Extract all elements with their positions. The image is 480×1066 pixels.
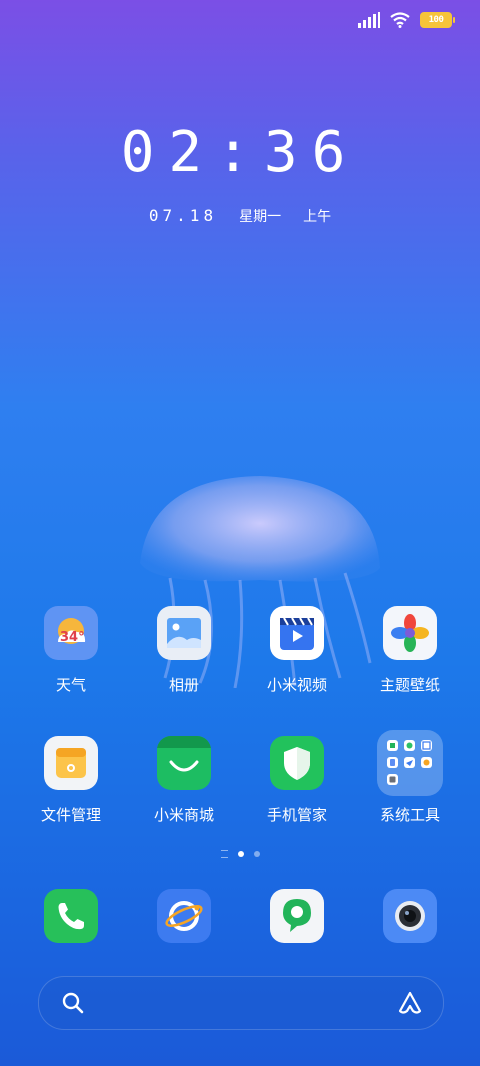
search-bar[interactable] [38,976,444,1030]
app-label: 主题壁纸 [379,676,440,694]
app-gallery[interactable]: 相册 [129,606,239,695]
period-text: 上午 [303,209,332,225]
weekday-text: 星期一 [239,209,282,225]
weather-temp: 34° [60,630,85,645]
app-video[interactable]: 小米视频 [242,606,352,695]
tools-folder-icon [377,730,443,796]
app-weather[interactable]: 34° 天气 [16,606,126,695]
assistant-icon[interactable] [397,990,423,1016]
page-dot-active [237,851,244,857]
page-indicator[interactable] [0,850,480,858]
app-label: 文件管理 [40,806,101,824]
dock-phone[interactable] [16,889,126,943]
app-label: 手机管家 [266,806,327,824]
phone-icon [44,889,98,943]
app-label: 小米商城 [153,806,214,824]
app-mi-store[interactable]: 小米商城 [129,736,239,825]
dock-messages[interactable] [242,889,352,943]
security-icon [270,736,324,790]
app-label: 天气 [55,676,86,694]
themes-icon [383,606,437,660]
dock-browser[interactable] [129,889,239,943]
page-dot [253,851,260,857]
video-icon [270,606,324,660]
app-label: 小米视频 [266,676,327,694]
battery-icon: 100 [420,12,455,28]
clock-time[interactable]: 02:36 [0,120,480,185]
weather-icon: 34° [44,606,98,660]
wifi-icon [390,12,410,28]
folder-system-tools[interactable]: 系统工具 [355,730,465,825]
search-icon[interactable] [61,991,85,1015]
app-label: 系统工具 [379,806,440,824]
date-text: 07.18 [148,206,218,225]
signal-icon [358,12,380,28]
gallery-icon [157,606,211,660]
dock-camera[interactable] [355,889,465,943]
app-file-manager[interactable]: 文件管理 [16,736,126,825]
camera-icon [383,889,437,943]
date-row[interactable]: 07.18 星期一 上午 [0,206,480,226]
browser-icon [157,889,211,943]
status-bar: 100 [358,12,455,28]
app-themes[interactable]: 主题壁纸 [355,606,465,695]
app-security[interactable]: 手机管家 [242,736,352,825]
messages-icon [270,889,324,943]
mi-store-icon [157,736,211,790]
file-manager-icon [44,736,98,790]
app-label: 相册 [168,676,199,694]
battery-level: 100 [428,15,444,25]
home-feed-indicator [220,850,228,858]
